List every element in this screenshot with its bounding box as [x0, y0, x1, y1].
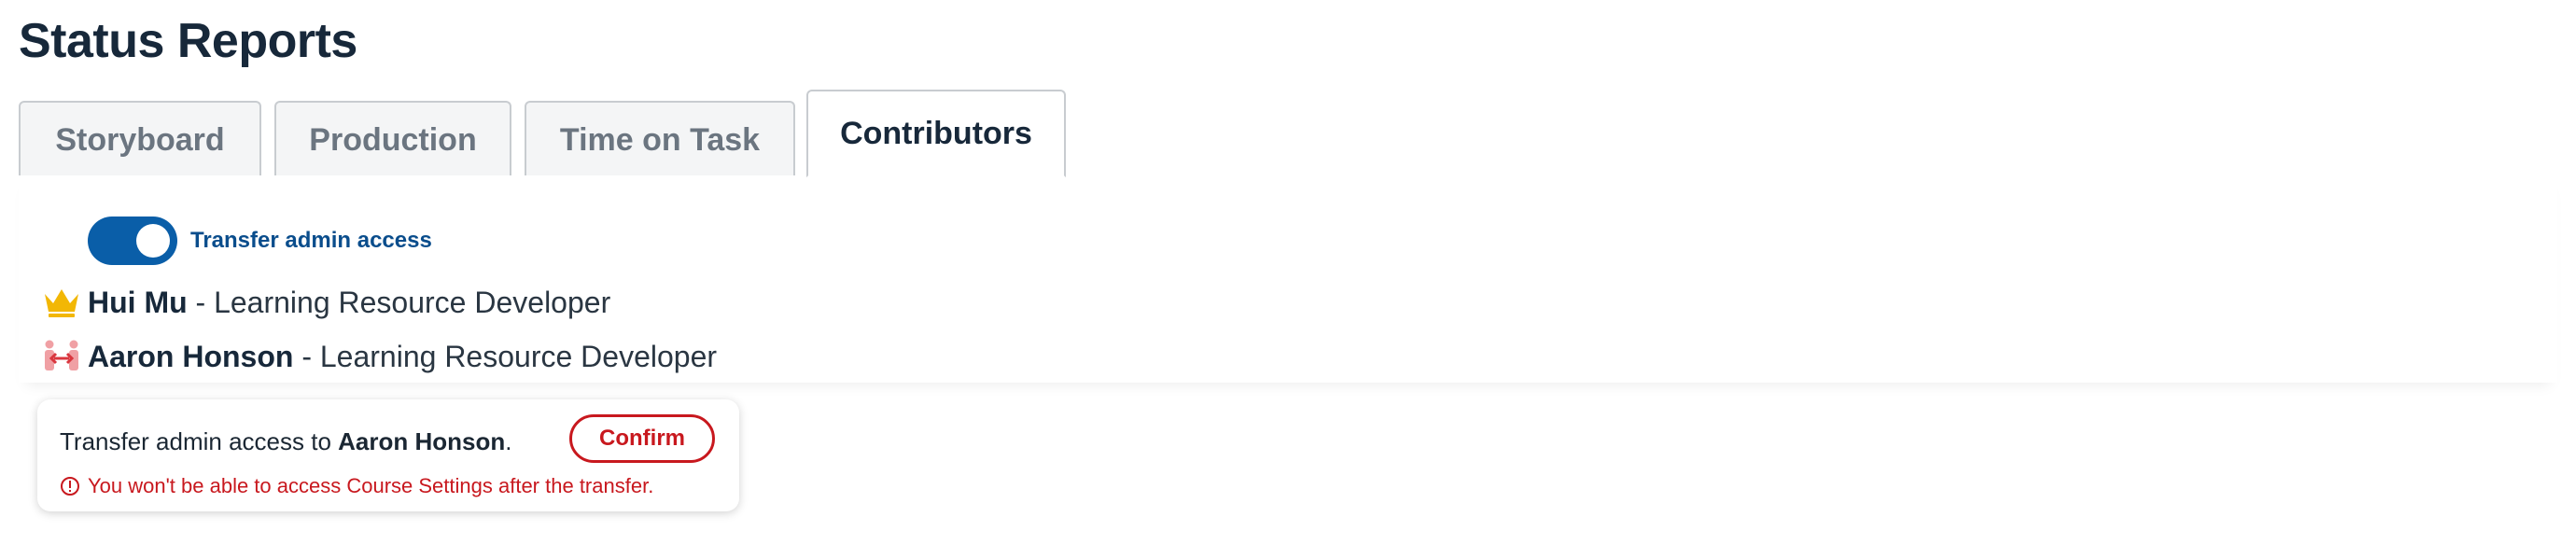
- transfer-admin-toggle-row: Transfer admin access: [90, 218, 432, 263]
- contributor-role: Learning Resource Developer: [319, 339, 718, 373]
- tab-storyboard[interactable]: Storyboard: [19, 101, 261, 177]
- alert-circle-icon: [60, 476, 80, 496]
- contributor-row: Hui Mu - Learning Resource Developer: [39, 284, 610, 321]
- toggle-knob: [136, 224, 170, 258]
- transfer-admin-label: Transfer admin access: [190, 228, 432, 253]
- contributor-row: Aaron Honson - Learning Resource Develop…: [39, 338, 717, 375]
- contributors-panel: Transfer admin access Hui Mu - Learning …: [19, 175, 2557, 383]
- transfer-confirm-popover: Transfer admin access to Aaron Honson. C…: [37, 399, 739, 511]
- tab-production[interactable]: Production: [274, 101, 511, 177]
- tab-bar: Storyboard Production Time on Task Contr…: [19, 90, 2557, 177]
- transfer-target-name: Aaron Honson: [338, 427, 506, 455]
- transfer-message: Transfer admin access to Aaron Honson.: [60, 427, 512, 456]
- contributor-role: Learning Resource Developer: [214, 285, 611, 319]
- contributor-separator: -: [293, 339, 320, 373]
- transfer-message-suffix: .: [505, 427, 512, 455]
- contributor-name: Aaron Honson: [88, 339, 294, 373]
- transfer-warning: You won't be able to access Course Setti…: [60, 474, 653, 498]
- contributor-name: Hui Mu: [88, 285, 188, 319]
- tab-time-on-task[interactable]: Time on Task: [525, 101, 795, 177]
- page-title: Status Reports: [19, 14, 357, 68]
- transfer-people-icon: [39, 338, 84, 375]
- transfer-message-prefix: Transfer admin access to: [60, 427, 339, 455]
- tab-contributors[interactable]: Contributors: [806, 90, 1066, 177]
- crown-icon: [39, 284, 84, 321]
- confirm-button[interactable]: Confirm: [569, 414, 715, 463]
- transfer-warning-text: You won't be able to access Course Setti…: [88, 474, 654, 497]
- contributor-separator: -: [187, 285, 215, 319]
- transfer-admin-toggle[interactable]: [90, 218, 175, 263]
